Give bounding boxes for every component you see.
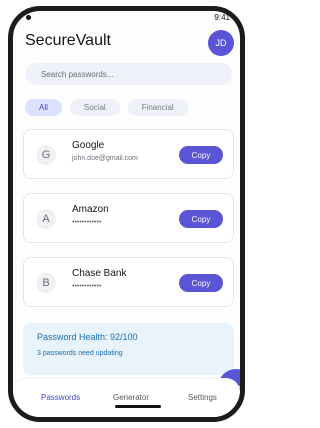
entry-initial-icon: G xyxy=(36,145,56,165)
search-bar[interactable] xyxy=(25,63,232,85)
password-health-card[interactable]: Password Health: 92/100 3 passwords need… xyxy=(23,323,234,375)
password-card-google[interactable]: G Google john.doe@gmail.com Copy xyxy=(23,129,234,179)
entry-detail: •••••••••••• xyxy=(72,283,102,290)
nav-passwords[interactable]: Passwords xyxy=(41,393,80,402)
status-time: 9:41 xyxy=(214,13,230,22)
home-indicator xyxy=(115,405,161,408)
camera-dot xyxy=(26,15,31,20)
filter-social[interactable]: Social xyxy=(69,99,120,116)
bottom-nav: Passwords Generator Settings xyxy=(13,378,240,417)
copy-button[interactable]: Copy xyxy=(179,274,223,292)
avatar[interactable]: JD xyxy=(208,30,234,56)
health-title: Password Health: 92/100 xyxy=(37,332,138,342)
entry-name: Amazon xyxy=(72,204,109,215)
nav-generator[interactable]: Generator xyxy=(113,393,149,402)
entry-name: Google xyxy=(72,140,105,151)
filter-chips: All Social Financial xyxy=(25,99,188,116)
entry-initial-icon: A xyxy=(36,209,56,229)
entry-detail: •••••••••••• xyxy=(72,219,102,226)
app-title: SecureVault xyxy=(25,32,111,49)
entry-detail: john.doe@gmail.com xyxy=(72,155,138,162)
filter-financial[interactable]: Financial xyxy=(127,99,188,116)
phone-frame: 9:41 SecureVault JD All Social Financial… xyxy=(8,6,245,422)
filter-all[interactable]: All xyxy=(25,99,62,116)
copy-button[interactable]: Copy xyxy=(179,210,223,228)
password-card-amazon[interactable]: A Amazon •••••••••••• Copy xyxy=(23,193,234,243)
password-card-chase[interactable]: B Chase Bank •••••••••••• Copy xyxy=(23,257,234,307)
entry-initial-icon: B xyxy=(36,273,56,293)
copy-button[interactable]: Copy xyxy=(179,146,223,164)
status-bar: 9:41 xyxy=(13,11,240,25)
search-input[interactable] xyxy=(39,68,232,80)
entry-name: Chase Bank xyxy=(72,268,127,279)
nav-settings[interactable]: Settings xyxy=(188,393,217,402)
health-subtitle: 3 passwords need updating xyxy=(37,350,123,357)
